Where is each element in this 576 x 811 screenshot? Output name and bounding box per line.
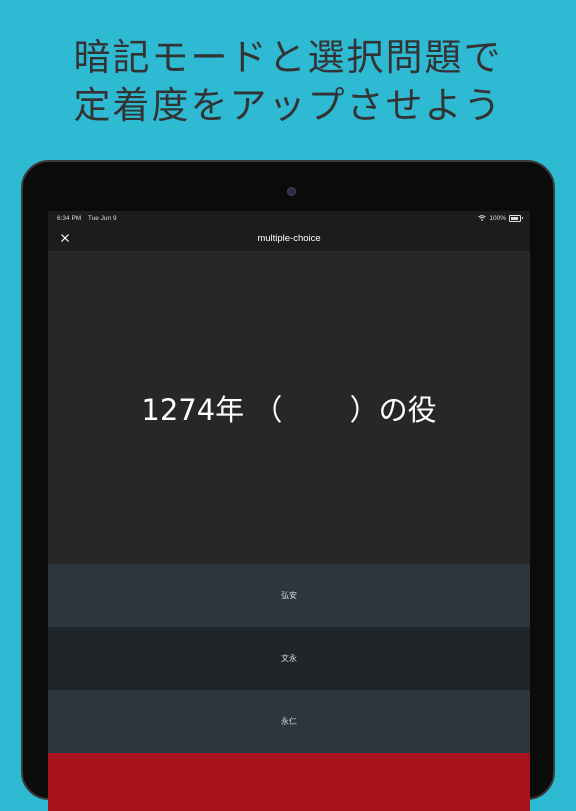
battery-icon (509, 214, 523, 222)
choice-label: 永仁 (281, 717, 297, 726)
nav-title: multiple-choice (257, 232, 321, 244)
question-text: 1274年 （ ）の役 (141, 392, 437, 427)
choice-label: 弘安 (281, 591, 297, 600)
choice-label: 文永 (281, 654, 297, 663)
close-button[interactable] (58, 231, 72, 245)
choice-button-4[interactable] (48, 753, 530, 811)
wifi-icon (478, 215, 487, 221)
camera-icon (287, 187, 296, 196)
app-screen: 6:34 PM Tue Jun 9 100% multiple-choice 1… (48, 211, 530, 811)
status-time: 6:34 PM (57, 214, 82, 222)
battery-percent: 100% (489, 214, 506, 222)
headline-line-2: 定着度をアップさせよう (73, 84, 503, 127)
status-date: Tue Jun 9 (87, 214, 117, 222)
status-bar: 6:34 PM Tue Jun 9 100% (48, 211, 530, 225)
nav-bar: multiple-choice (48, 225, 530, 251)
choice-button-2[interactable]: 文永 (48, 627, 530, 690)
headline-line-1: 暗記モードと選択問題で (73, 36, 503, 79)
choice-button-3[interactable]: 永仁 (48, 690, 530, 753)
choice-button-1[interactable]: 弘安 (48, 564, 530, 627)
close-icon (61, 234, 69, 242)
tablet-device: 6:34 PM Tue Jun 9 100% multiple-choice 1… (21, 160, 555, 811)
headline: 暗記モードと選択問題で 定着度をアップさせよう (0, 34, 576, 130)
